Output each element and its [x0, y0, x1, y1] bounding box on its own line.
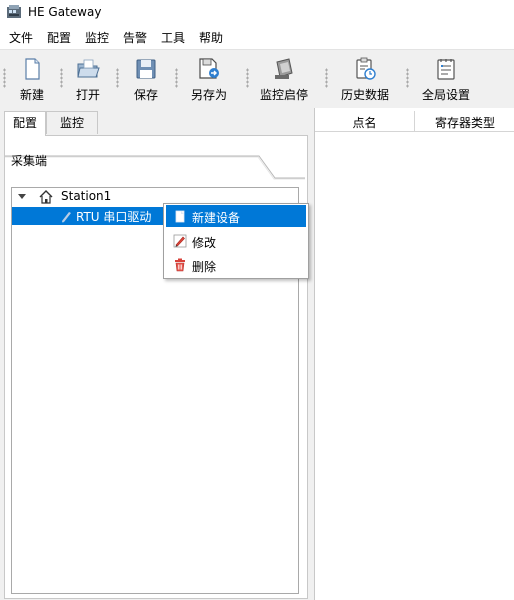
left-panel: 配置 监控 采集端 Station1 RTU 串口驱动 — [0, 108, 310, 600]
app-icon — [7, 5, 21, 18]
toolbar-grip[interactable] — [325, 68, 328, 88]
menu-help[interactable]: 帮助 — [199, 29, 223, 46]
toolbar-grip[interactable] — [3, 68, 6, 88]
right-panel: 点名 寄存器类型 — [314, 108, 514, 600]
window-title: HE Gateway — [28, 5, 102, 19]
column-point-name[interactable]: 点名 — [315, 114, 414, 131]
new-device-label: 新建设备 — [192, 211, 241, 225]
expand-arrow-icon[interactable] — [18, 194, 26, 199]
save-as-button[interactable]: 另存为 — [186, 52, 232, 104]
toolbar-grip[interactable] — [246, 68, 249, 88]
home-icon — [39, 190, 53, 204]
context-menu: 新建设备 修改 删除 — [163, 203, 309, 279]
section-tab-outline — [5, 155, 305, 180]
toolbar-grip[interactable] — [175, 68, 178, 88]
menu-bar: 文件 配置 监控 告警 工具 帮助 — [0, 27, 514, 47]
new-button[interactable]: 新建 — [12, 52, 52, 104]
history-data-icon — [356, 57, 376, 80]
new-device-icon — [175, 210, 185, 223]
toolbar-grip[interactable] — [406, 68, 409, 88]
column-register-type[interactable]: 寄存器类型 — [415, 114, 514, 131]
save-button[interactable]: 保存 — [126, 52, 166, 104]
global-settings-label: 全局设置 — [421, 88, 470, 102]
menu-item-edit[interactable]: 修改 — [166, 230, 306, 252]
history-data-button[interactable]: 历史数据 — [337, 52, 393, 104]
station-label: Station1 — [61, 189, 112, 203]
menu-monitor[interactable]: 监控 — [85, 29, 109, 46]
global-settings-icon — [437, 59, 455, 80]
save-button-label: 保存 — [133, 88, 158, 102]
open-button[interactable]: 打开 — [68, 52, 108, 104]
open-folder-icon — [77, 59, 100, 78]
open-button-label: 打开 — [75, 88, 100, 102]
toolbar: 新建 打开 保存 另存为 监控启停 历史数据 全局设置 — [0, 49, 514, 109]
toolbar-grip[interactable] — [60, 68, 63, 88]
monitor-start-stop-label: 监控启停 — [259, 88, 308, 102]
monitor-start-stop-button[interactable]: 监控启停 — [256, 52, 312, 104]
history-data-label: 历史数据 — [340, 88, 389, 102]
menu-alarm[interactable]: 告警 — [123, 29, 147, 46]
menu-item-new-device[interactable]: 新建设备 — [166, 205, 306, 227]
save-as-icon — [199, 58, 219, 79]
menu-file[interactable]: 文件 — [9, 29, 33, 46]
menu-config[interactable]: 配置 — [47, 29, 71, 46]
new-file-icon — [25, 58, 40, 80]
toolbar-grip[interactable] — [116, 68, 119, 88]
tab-config[interactable]: 配置 — [4, 111, 46, 136]
tab-monitor[interactable]: 监控 — [46, 111, 98, 134]
collector-section-title: 采集端 — [11, 154, 48, 168]
save-disk-icon — [136, 59, 156, 79]
menu-item-delete[interactable]: 删除 — [166, 254, 306, 276]
monitor-start-stop-icon — [275, 58, 293, 79]
global-settings-button[interactable]: 全局设置 — [418, 52, 474, 104]
edit-label: 修改 — [192, 236, 217, 250]
title-bar: HE Gateway — [0, 0, 514, 26]
pen-icon — [62, 212, 71, 223]
rtu-driver-label: RTU 串口驱动 — [76, 210, 152, 224]
menu-tools[interactable]: 工具 — [161, 29, 185, 46]
delete-trash-icon — [175, 258, 185, 272]
grid-header: 点名 寄存器类型 — [315, 111, 514, 132]
edit-pencil-icon — [173, 234, 187, 248]
save-as-button-label: 另存为 — [190, 88, 227, 102]
delete-label: 删除 — [192, 260, 217, 274]
new-button-label: 新建 — [19, 88, 44, 102]
